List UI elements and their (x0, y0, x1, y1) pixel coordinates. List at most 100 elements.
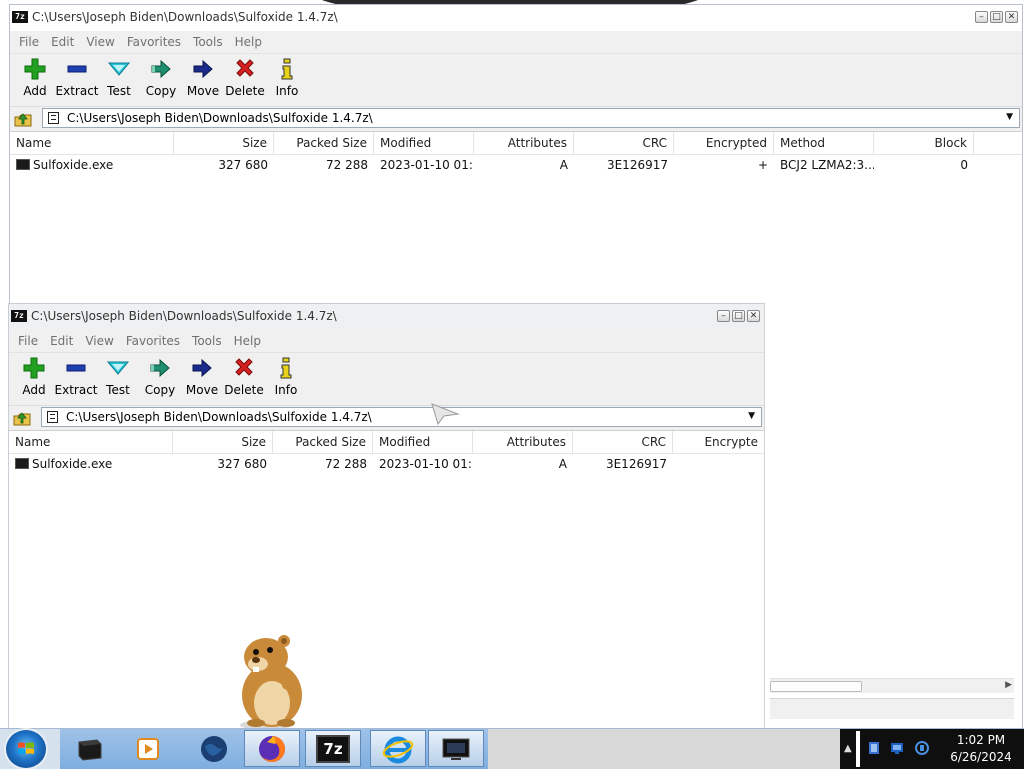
info-button[interactable]: Info (266, 54, 308, 106)
scrollbar-thumb[interactable] (770, 681, 862, 692)
taskbar-remote-desktop[interactable] (428, 730, 484, 767)
menu-tools[interactable]: Tools (186, 334, 228, 348)
cell-modified: 2023-01-10 01:19 (380, 158, 474, 172)
volume-icon[interactable] (914, 740, 930, 756)
menu-favorites[interactable]: Favorites (121, 35, 187, 49)
col-encrypted[interactable]: Encrypte (673, 431, 764, 453)
menu-tools[interactable]: Tools (187, 35, 229, 49)
copy-button[interactable]: Copy (140, 54, 182, 106)
info-button[interactable]: Info (265, 353, 307, 405)
archive-file-icon (48, 112, 59, 124)
taskbar-internet-explorer[interactable] (370, 730, 426, 767)
col-encrypted[interactable]: Encrypted (674, 132, 774, 154)
col-block[interactable]: Block (874, 132, 974, 154)
col-method[interactable]: Method (774, 132, 874, 154)
chevron-down-icon[interactable]: ▼ (1006, 112, 1013, 122)
cell-method: BCJ2 LZMA2:3... (780, 158, 874, 172)
col-packed-size[interactable]: Packed Size (273, 431, 373, 453)
col-modified[interactable]: Modified (373, 431, 473, 453)
col-attributes[interactable]: Attributes (473, 431, 573, 453)
toolbar: Add Extract Test Copy Move Delete Info (9, 353, 764, 406)
taskbar-firefox[interactable] (244, 730, 300, 767)
add-button[interactable]: Add (14, 54, 56, 106)
path-input[interactable]: C:\Users\Joseph Biden\Downloads\Sulfoxid… (42, 108, 1020, 128)
col-crc[interactable]: CRC (573, 431, 673, 453)
menu-help[interactable]: Help (229, 35, 268, 49)
menu-file[interactable]: File (13, 35, 45, 49)
menu-help[interactable]: Help (228, 334, 267, 348)
menu-view[interactable]: View (79, 334, 119, 348)
windows-logo-icon (18, 742, 34, 754)
7zip-icon: 7z (316, 734, 350, 763)
close-icon[interactable]: ✕ (747, 310, 760, 322)
col-modified[interactable]: Modified (374, 132, 474, 154)
test-label: Test (107, 84, 131, 98)
address-bar: C:\Users\Joseph Biden\Downloads\Sulfoxid… (10, 107, 1022, 132)
table-row[interactable]: Sulfoxide.exe 327 680 72 288 2023-01-10 … (9, 454, 764, 475)
horizontal-scrollbar[interactable]: ▶ (770, 678, 1014, 693)
test-button[interactable]: Test (98, 54, 140, 106)
col-attributes[interactable]: Attributes (474, 132, 574, 154)
col-size[interactable]: Size (173, 431, 273, 453)
clock-time[interactable]: 1:02 PM (946, 733, 1016, 747)
table-row[interactable]: Sulfoxide.exe 327 680 72 288 2023-01-10 … (10, 155, 1022, 176)
add-label: Add (22, 383, 46, 397)
extract-button[interactable]: Extract (56, 54, 99, 106)
title-bar[interactable]: 7z C:\Users\Joseph Biden\Downloads\Sulfo… (9, 304, 764, 330)
maximize-icon[interactable]: □ (732, 310, 745, 322)
extract-label: Extract (54, 383, 98, 397)
chevron-down-icon[interactable]: ▼ (748, 411, 755, 421)
folder-up-icon[interactable] (13, 410, 31, 426)
taskbar-7zip[interactable]: 7z (305, 730, 361, 767)
delete-label: Delete (225, 84, 265, 98)
media-player-icon (137, 737, 159, 760)
test-button[interactable]: Test (97, 353, 139, 405)
menu-view[interactable]: View (80, 35, 120, 49)
menu-file[interactable]: File (12, 334, 44, 348)
cell-name: Sulfoxide.exe (10, 155, 174, 176)
path-input[interactable]: C:\Users\Joseph Biden\Downloads\Sulfoxid… (41, 407, 762, 427)
copy-button[interactable]: Copy (139, 353, 181, 405)
file-name: Sulfoxide.exe (32, 457, 113, 471)
col-name[interactable]: Name (9, 431, 173, 453)
folder-up-icon[interactable] (14, 111, 32, 127)
action-center-icon[interactable] (866, 740, 882, 756)
close-icon[interactable]: ✕ (1005, 11, 1018, 23)
add-button[interactable]: Add (13, 353, 55, 405)
clock-date[interactable]: 6/26/2024 (944, 750, 1018, 764)
title-bar[interactable]: 7z C:\Users\Joseph Biden\Downloads\Sulfo… (10, 5, 1022, 31)
add-label: Add (23, 84, 47, 98)
system-tray: ▲ 1:02 PM 6/26/2024 (840, 729, 1024, 769)
col-name[interactable]: Name (10, 132, 174, 154)
show-hidden-icons-icon[interactable]: ▲ (844, 743, 852, 754)
menu-favorites[interactable]: Favorites (120, 334, 186, 348)
delete-button[interactable]: Delete (224, 54, 266, 106)
cell-attributes: A (558, 457, 567, 471)
delete-button[interactable]: Delete (223, 353, 265, 405)
taskbar-media-center[interactable] (62, 730, 118, 767)
maximize-icon[interactable]: □ (990, 11, 1003, 23)
add-icon (24, 58, 46, 80)
cell-packed-size: 72 288 (325, 457, 367, 471)
menu-bar: File Edit View Favorites Tools Help (10, 31, 1022, 54)
gopher-mascot-icon (240, 635, 302, 730)
info-icon (280, 357, 292, 379)
cell-encrypted: + (757, 158, 768, 172)
network-icon[interactable] (890, 740, 906, 756)
minimize-icon[interactable]: – (975, 11, 988, 23)
start-button[interactable] (6, 730, 46, 768)
extract-button[interactable]: Extract (54, 353, 98, 405)
menu-edit[interactable]: Edit (45, 35, 80, 49)
col-size[interactable]: Size (174, 132, 274, 154)
delete-label: Delete (224, 383, 264, 397)
move-button[interactable]: Move (181, 353, 223, 405)
minimize-icon[interactable]: – (717, 310, 730, 322)
move-button[interactable]: Move (182, 54, 224, 106)
col-packed-size[interactable]: Packed Size (274, 132, 374, 154)
col-crc[interactable]: CRC (574, 132, 674, 154)
taskbar-globe[interactable] (186, 730, 242, 767)
menu-edit[interactable]: Edit (44, 334, 79, 348)
scroll-right-icon[interactable]: ▶ (1005, 680, 1012, 690)
taskbar-media-player[interactable] (120, 730, 176, 767)
7zip-app-icon: 7z (12, 11, 28, 23)
